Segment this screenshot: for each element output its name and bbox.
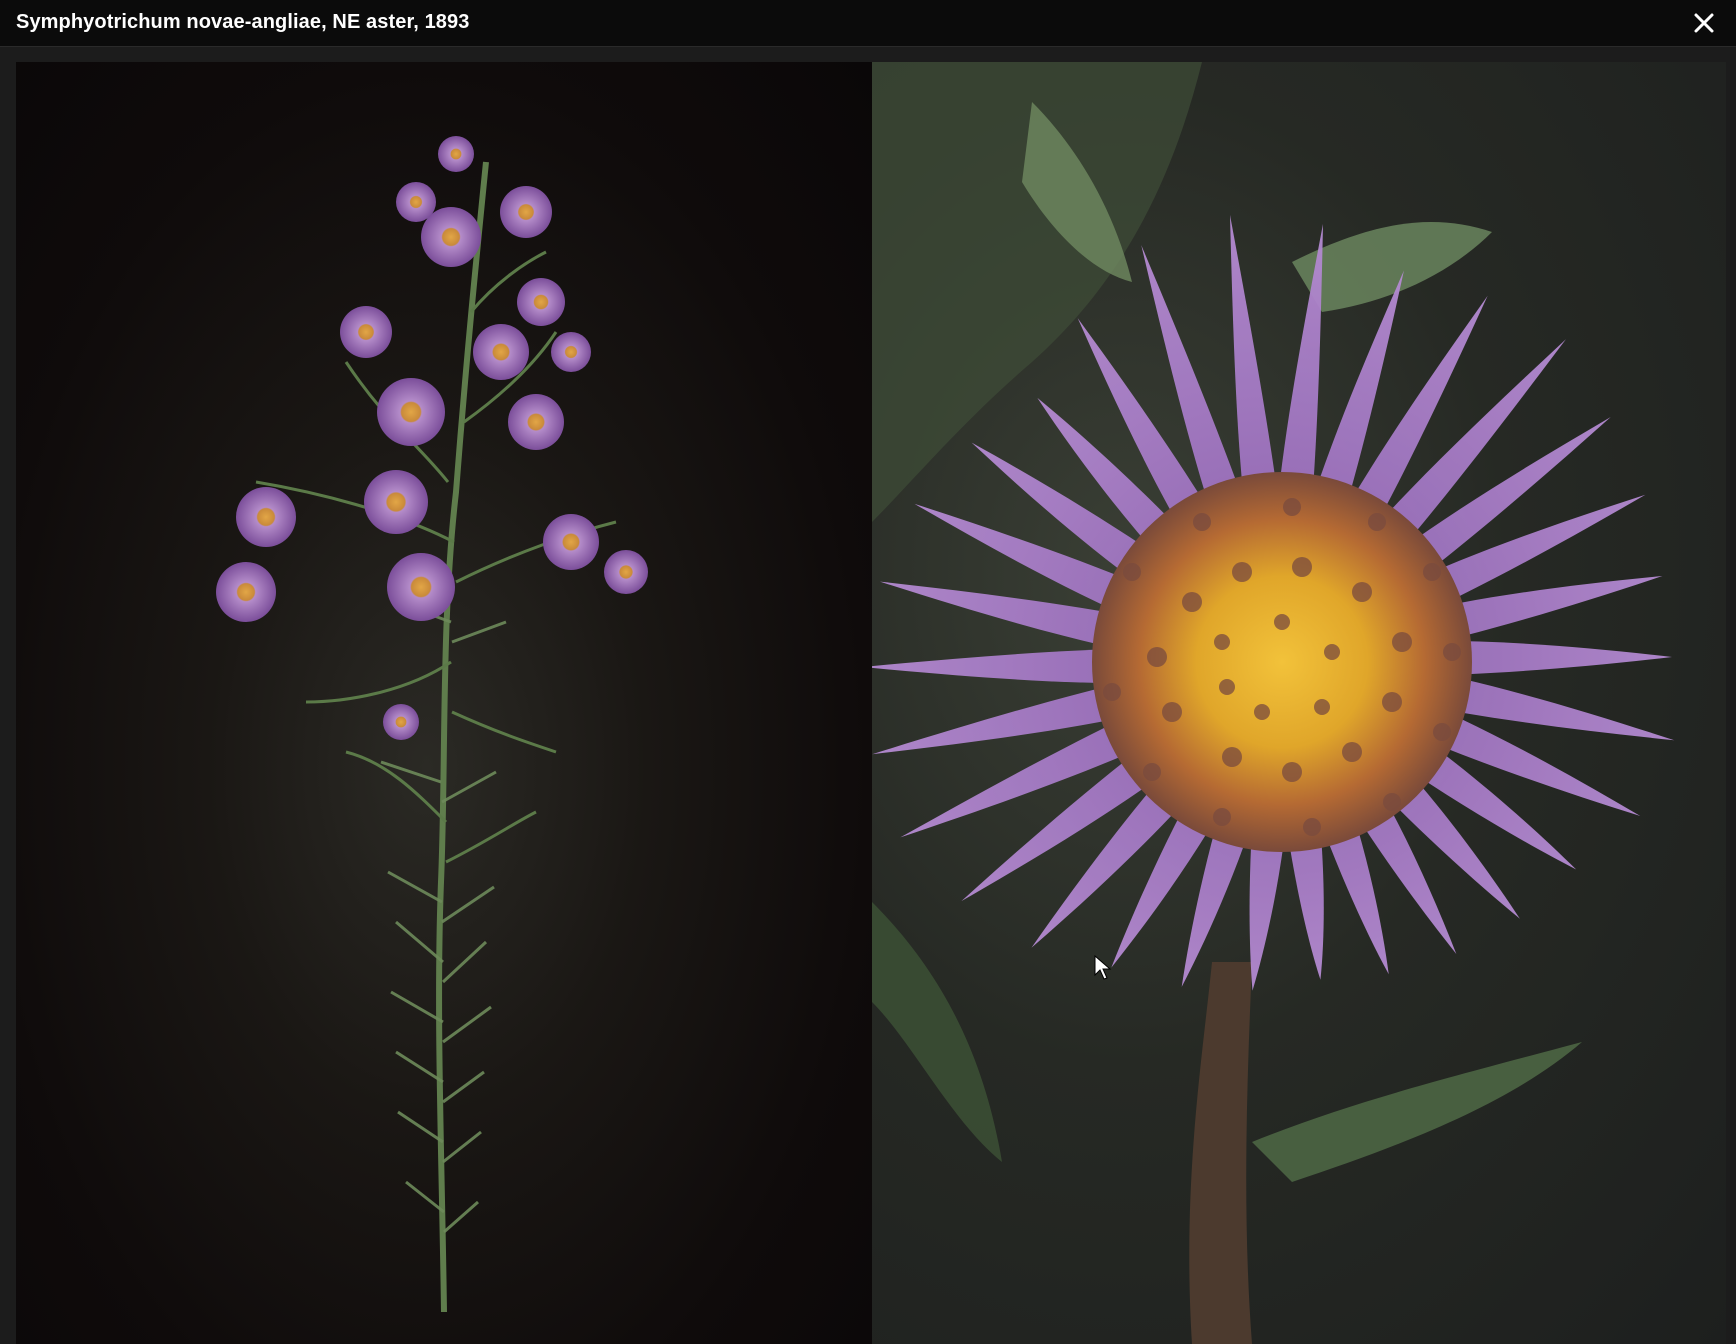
image-lightbox: Symphyotrichum novae-angliae, NE aster, … xyxy=(0,0,1736,1344)
whole-plant-photo xyxy=(16,62,872,1344)
mouse-cursor-icon xyxy=(1094,955,1112,980)
lightbox-titlebar: Symphyotrichum novae-angliae, NE aster, … xyxy=(0,0,1736,47)
close-icon xyxy=(1694,13,1714,33)
lightbox-title: Symphyotrichum novae-angliae, NE aster, … xyxy=(16,11,470,33)
flower-closeup-photo xyxy=(872,62,1726,1344)
close-button[interactable] xyxy=(1690,9,1718,37)
image-viewer xyxy=(16,62,1726,1344)
